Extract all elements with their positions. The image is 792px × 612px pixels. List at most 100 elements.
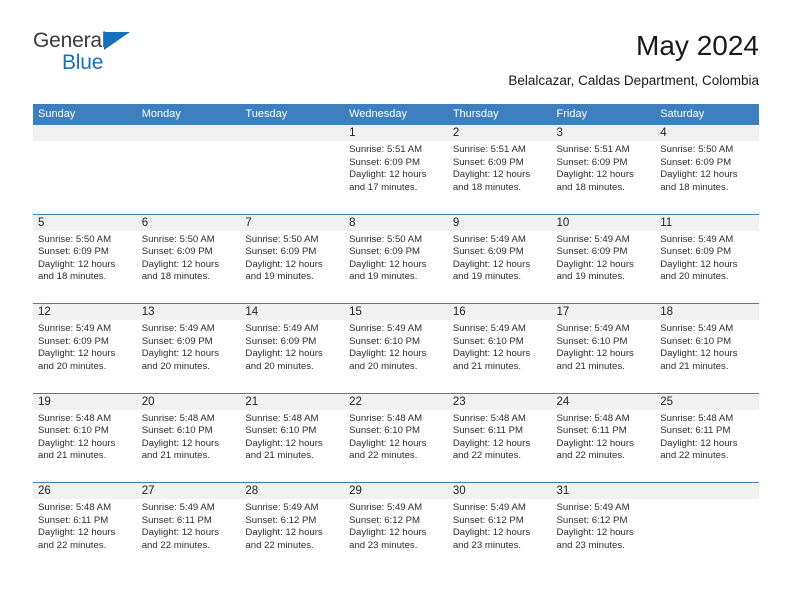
day-cell-2[interactable]: 2 Sunrise: 5:51 AM Sunset: 6:09 PM Daylight… [448, 125, 552, 214]
day-cell-7[interactable]: 7 Sunrise: 5:50 AM Sunset: 6:09 PM Daylight… [240, 215, 344, 304]
daylight-duration-line2: and 23 minutes. [349, 539, 418, 551]
day-sun-info: Sunrise: 5:49 AM Sunset: 6:10 PM Daylight:… [557, 323, 653, 373]
daylight-duration-line1: Daylight: 12 hours [245, 527, 323, 539]
day-cell-29[interactable]: 29 Sunrise: 5:49 AM Sunset: 6:12 PM Dayligh… [344, 483, 448, 572]
daylight-duration-line1: Daylight: 12 hours [38, 348, 116, 360]
day-sun-info: Sunrise: 5:49 AM Sunset: 6:12 PM Daylight:… [245, 502, 341, 552]
day-number: 22 [349, 395, 362, 408]
day-sun-info: Sunrise: 5:48 AM Sunset: 6:10 PM Daylight:… [38, 413, 134, 463]
day-cell-30[interactable]: 30 Sunrise: 5:49 AM Sunset: 6:12 PM Dayligh… [448, 483, 552, 572]
day-sun-info: Sunrise: 5:49 AM Sunset: 6:09 PM Daylight:… [660, 234, 756, 284]
day-cell-15[interactable]: 15 Sunrise: 5:49 AM Sunset: 6:10 PM Dayligh… [344, 304, 448, 393]
calendar-week-row: 5 Sunrise: 5:50 AM Sunset: 6:09 PM Daylight… [33, 213, 759, 304]
daylight-duration-line1: Daylight: 12 hours [245, 258, 323, 270]
day-sun-info: Sunrise: 5:49 AM Sunset: 6:12 PM Daylight:… [349, 502, 445, 552]
day-cell-9[interactable]: 9 Sunrise: 5:49 AM Sunset: 6:09 PM Daylight… [448, 215, 552, 304]
daylight-duration-line1: Daylight: 12 hours [660, 169, 738, 181]
sunrise-time: Sunrise: 5:51 AM [556, 144, 630, 155]
daylight-duration-line1: Daylight: 12 hours [556, 527, 634, 539]
day-number: 16 [452, 306, 466, 318]
daylight-duration-line1: Daylight: 12 hours [452, 258, 531, 270]
weekday-header-saturday: Saturday [660, 108, 705, 120]
daylight-duration-line2: and 17 minutes. [349, 181, 418, 193]
weekday-header-row: Sunday Monday Tuesday Wednesday Thursday Frid… [33, 104, 759, 125]
sunrise-time: Sunrise: 5:51 AM [349, 144, 423, 155]
day-cell-19[interactable]: 19 Sunrise: 5:48 AM Sunset: 6:10 PM Dayligh… [33, 394, 137, 483]
sunrise-time: Sunrise: 5:48 AM [38, 502, 112, 513]
day-cell-31[interactable]: 31 Sunrise: 5:49 AM Sunset: 6:12 PM Dayligh… [552, 483, 656, 572]
day-cell-27[interactable]: 27 Sunrise: 5:49 AM Sunset: 6:11 PM Dayligh… [137, 483, 241, 572]
sunset-time: Sunset: 6:11 PM [556, 425, 627, 437]
day-cell-17[interactable]: 17 Sunrise: 5:49 AM Sunset: 6:10 PM Dayligh… [552, 304, 656, 393]
day-cell-10[interactable]: 10 Sunrise: 5:49 AM Sunset: 6:09 PM Dayligh… [552, 215, 656, 304]
sunrise-time: Sunrise: 5:48 AM [556, 412, 630, 424]
daylight-duration-line1: Daylight: 12 hours [349, 437, 427, 449]
day-cell-16[interactable]: 16 Sunrise: 5:49 AM Sunset: 6:10 PM Dayligh… [448, 304, 552, 393]
sunrise-time: Sunrise: 5:50 AM [245, 233, 319, 245]
brand-logo[interactable]: General Blue [33, 30, 263, 86]
day-cell-18[interactable]: 18 Sunrise: 5:49 AM Sunset: 6:10 PM Dayligh… [655, 304, 759, 393]
day-number [142, 125, 238, 141]
sunrise-time: Sunrise: 5:49 AM [141, 323, 215, 334]
day-number: 21 [245, 395, 259, 408]
day-cell-23[interactable]: 23 Sunrise: 5:48 AM Sunset: 6:11 PM Dayligh… [448, 394, 552, 483]
daylight-duration-line2: and 19 minutes. [245, 271, 314, 283]
day-cell-4[interactable]: 4 Sunrise: 5:50 AM Sunset: 6:09 PM Daylight… [655, 125, 759, 214]
day-number [245, 125, 341, 141]
sunset-time: Sunset: 6:12 PM [452, 514, 524, 526]
sunrise-time: Sunrise: 5:50 AM [349, 233, 423, 245]
day-cell-8[interactable]: 8 Sunrise: 5:50 AM Sunset: 6:09 PM Daylight… [344, 215, 448, 304]
day-number: 7 [245, 216, 252, 229]
day-sun-info: Sunrise: 5:51 AM Sunset: 6:09 PM Daylight:… [349, 144, 445, 194]
day-number: 3 [556, 127, 563, 139]
day-sun-info: Sunrise: 5:49 AM Sunset: 6:12 PM Daylight:… [557, 502, 653, 552]
sunset-time: Sunset: 6:09 PM [38, 246, 109, 258]
day-cell-28[interactable]: 28 Sunrise: 5:49 AM Sunset: 6:12 PM Dayligh… [240, 483, 344, 572]
sunrise-time: Sunrise: 5:49 AM [349, 502, 423, 513]
daylight-duration-line2: and 18 minutes. [38, 271, 107, 283]
day-cell-25[interactable]: 25 Sunrise: 5:48 AM Sunset: 6:11 PM Dayligh… [655, 394, 759, 483]
day-cell-22[interactable]: 22 Sunrise: 5:48 AM Sunset: 6:10 PM Dayligh… [344, 394, 448, 483]
day-cell-24[interactable]: 24 Sunrise: 5:48 AM Sunset: 6:11 PM Dayligh… [552, 394, 656, 483]
day-number: 5 [38, 216, 45, 229]
day-number: 2 [452, 127, 460, 139]
day-cell-20[interactable]: 20 Sunrise: 5:48 AM Sunset: 6:10 PM Dayligh… [137, 394, 241, 483]
daylight-duration-line2: and 22 minutes. [556, 450, 625, 462]
sunset-time: Sunset: 6:09 PM [660, 246, 732, 258]
day-cell-12[interactable]: 12 Sunrise: 5:49 AM Sunset: 6:09 PM Dayligh… [33, 304, 137, 393]
sunrise-time: Sunrise: 5:49 AM [349, 323, 423, 334]
day-number: 12 [38, 306, 51, 318]
daylight-duration-line2: and 21 minutes. [38, 450, 107, 462]
day-sun-info: Sunrise: 5:50 AM Sunset: 6:09 PM Daylight:… [245, 234, 341, 284]
day-number [38, 125, 134, 141]
sunrise-time: Sunrise: 5:49 AM [556, 233, 630, 245]
daylight-duration-line1: Daylight: 12 hours [452, 169, 531, 181]
sunrise-time: Sunrise: 5:48 AM [141, 412, 215, 424]
day-cell-6[interactable]: 6 Sunrise: 5:50 AM Sunset: 6:09 PM Daylight… [137, 215, 241, 304]
day-cell-11[interactable]: 11 Sunrise: 5:49 AM Sunset: 6:09 PM Dayligh… [655, 215, 759, 304]
sunrise-time: Sunrise: 5:48 AM [349, 412, 423, 424]
calendar-table: Sunday Monday Tuesday Wednesday Thursday Frid… [33, 104, 759, 572]
daylight-duration-line1: Daylight: 12 hours [556, 348, 634, 360]
day-cell-3[interactable]: 3 Sunrise: 5:51 AM Sunset: 6:09 PM Daylight… [552, 125, 656, 214]
day-cell-14[interactable]: 14 Sunrise: 5:49 AM Sunset: 6:09 PM Dayligh… [240, 304, 344, 393]
sunset-time: Sunset: 6:09 PM [38, 335, 109, 347]
day-sun-info: Sunrise: 5:49 AM Sunset: 6:11 PM Daylight:… [142, 502, 238, 552]
day-cell-1[interactable]: 1 Sunrise: 5:51 AM Sunset: 6:09 PM Daylight… [344, 125, 448, 214]
day-cell-13[interactable]: 13 Sunrise: 5:49 AM Sunset: 6:09 PM Dayligh… [137, 304, 241, 393]
day-sun-info: Sunrise: 5:49 AM Sunset: 6:12 PM Daylight:… [453, 502, 549, 552]
day-cell-26[interactable]: 26 Sunrise: 5:48 AM Sunset: 6:11 PM Dayligh… [33, 483, 137, 572]
day-cell-5[interactable]: 5 Sunrise: 5:50 AM Sunset: 6:09 PM Daylight… [33, 215, 137, 304]
calendar-week-row: 12 Sunrise: 5:49 AM Sunset: 6:09 PM Dayligh… [33, 303, 759, 393]
sunset-time: Sunset: 6:09 PM [245, 246, 317, 258]
sunrise-time: Sunrise: 5:48 AM [245, 412, 319, 424]
sunset-time: Sunset: 6:09 PM [452, 246, 524, 258]
daylight-duration-line1: Daylight: 12 hours [452, 437, 531, 449]
brand-name-blue: Blue [62, 51, 104, 74]
daylight-duration-line1: Daylight: 12 hours [245, 348, 323, 360]
day-sun-info: Sunrise: 5:48 AM Sunset: 6:11 PM Daylight:… [557, 413, 653, 463]
day-number: 15 [349, 306, 362, 318]
daylight-duration-line2: and 22 minutes. [38, 539, 107, 551]
sunset-time: Sunset: 6:12 PM [245, 514, 317, 526]
day-cell-21[interactable]: 21 Sunrise: 5:48 AM Sunset: 6:10 PM Dayligh… [240, 394, 344, 483]
